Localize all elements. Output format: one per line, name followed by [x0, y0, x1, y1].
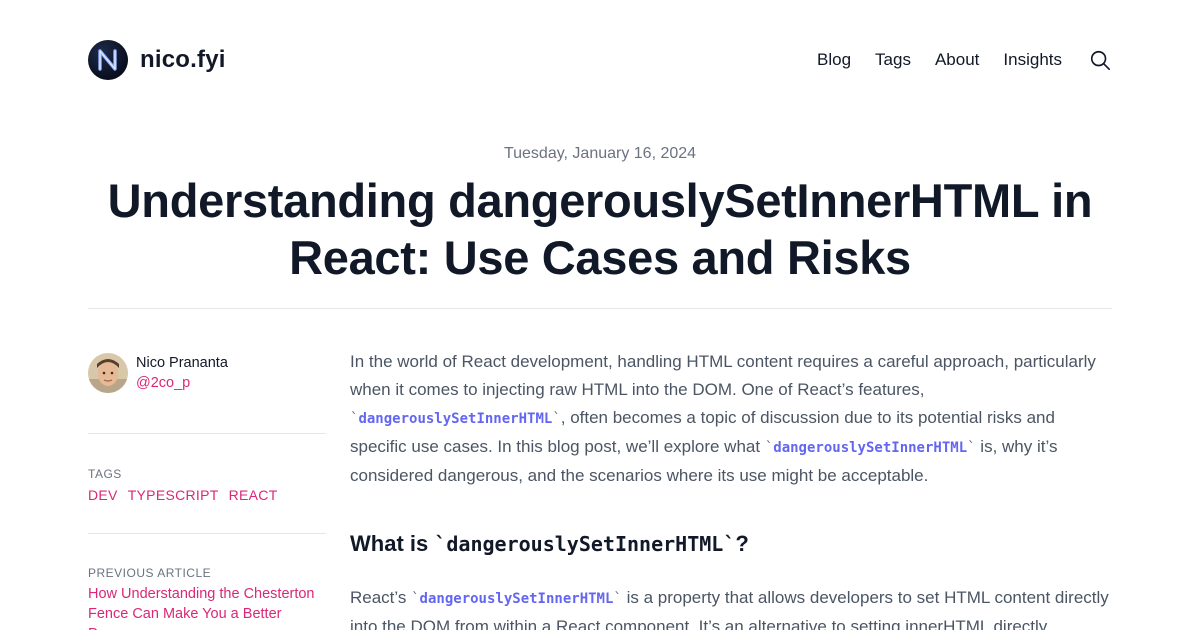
inline-code: `dangerouslySetInnerHTML` [764, 440, 976, 456]
divider [88, 433, 326, 434]
inline-code: `dangerouslySetInnerHTML` [434, 532, 736, 556]
tag-react[interactable]: REACT [229, 485, 278, 505]
tag-dev[interactable]: DEV [88, 485, 118, 505]
inline-code: `dangerouslySetInnerHTML` [350, 411, 561, 427]
tag-typescript[interactable]: TYPESCRIPT [128, 485, 219, 505]
home-link[interactable]: nico.fyi [88, 40, 226, 80]
intro-paragraph: In the world of React development, handl… [350, 352, 1096, 485]
body-paragraph: React’s `dangerouslySetInnerHTML` is a p… [350, 588, 1109, 630]
post-title: Understanding dangerouslySetInnerHTML in… [107, 174, 1093, 284]
site-header: nico.fyi Blog Tags About Insights [88, 40, 1112, 80]
article-body: In the world of React development, handl… [350, 348, 1112, 630]
nav-insights[interactable]: Insights [1003, 48, 1062, 72]
site-name: nico.fyi [140, 46, 226, 73]
previous-article-section: PREVIOUS ARTICLE How Understanding the C… [88, 565, 326, 630]
author-name: Nico Prananta [136, 355, 228, 371]
section-heading: What is `dangerouslySetInnerHTML`? [350, 531, 749, 556]
nav-blog[interactable]: Blog [817, 48, 851, 72]
previous-article-label: PREVIOUS ARTICLE [88, 566, 212, 580]
n-monogram-logo-icon [88, 40, 128, 80]
nav-tags[interactable]: Tags [875, 48, 911, 72]
author-card: Nico Prananta @2co_p [88, 352, 326, 394]
divider [88, 308, 1112, 309]
tags-section: TAGS DEV TYPESCRIPT REACT [88, 466, 326, 505]
search-icon [1090, 50, 1110, 70]
post-date: Tuesday, January 16, 2024 [503, 145, 697, 162]
main-nav: Blog Tags About Insights [817, 48, 1112, 72]
inline-code: `dangerouslySetInnerHTML` [411, 591, 622, 607]
tags-label: TAGS [88, 467, 122, 481]
sidebar: Nico Prananta @2co_p TAGS DEV TYPESCRIPT… [88, 352, 326, 630]
previous-article-link[interactable]: How Understanding the Chesterton Fence C… [88, 584, 326, 630]
divider [88, 533, 326, 534]
avatar [88, 353, 128, 393]
search-button[interactable] [1088, 48, 1112, 72]
nav-about[interactable]: About [935, 48, 979, 72]
author-handle-link[interactable]: @2co_p [136, 373, 228, 393]
